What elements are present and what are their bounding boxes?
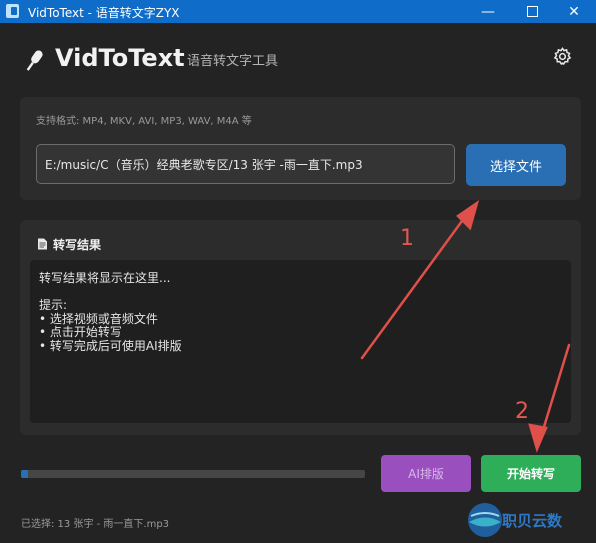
maximize-icon [526, 6, 538, 17]
app-subtitle: 语音转文字工具 [187, 54, 279, 69]
annotation-label-1: 1 [400, 226, 414, 251]
result-title: 转写结果 [53, 238, 102, 252]
app-icon [6, 4, 19, 18]
supported-formats-label: 支持格式: MP4, MKV, AVI, MP3, WAV, M4A 等 [36, 116, 252, 127]
minimize-button[interactable]: — [466, 0, 510, 23]
title-bar: VidToText - 语音转文字ZYX — ✕ [0, 0, 596, 23]
start-transcribe-button[interactable]: 开始转写 [481, 455, 581, 492]
microphone-icon [26, 50, 43, 71]
ai-format-button[interactable]: AI排版 [381, 455, 471, 492]
file-select-panel: 支持格式: MP4, MKV, AVI, MP3, WAV, M4A 等 选择文… [20, 97, 581, 200]
transcript-output[interactable]: 转写结果将显示在这里... 提示: • 选择视频或音频文件 • 点击开始转写 •… [30, 260, 571, 423]
choose-file-button[interactable]: 选择文件 [466, 144, 566, 186]
maximize-button[interactable] [510, 0, 554, 23]
window-title: VidToText - 语音转文字ZYX [28, 6, 180, 20]
progress-bar [21, 470, 365, 478]
document-icon [38, 238, 47, 250]
app-name: VidToText [55, 44, 185, 72]
annotation-label-2: 2 [515, 399, 529, 424]
file-path-input[interactable] [36, 144, 455, 184]
watermark-text: 职贝云数 [502, 512, 563, 530]
status-text: 已选择: 13 张宇 - 雨一直下.mp3 [21, 519, 170, 530]
gear-icon[interactable] [553, 47, 572, 66]
result-panel: 转写结果 转写结果将显示在这里... 提示: • 选择视频或音频文件 • 点击开… [20, 220, 581, 435]
progress-fill [21, 470, 28, 478]
close-button[interactable]: ✕ [552, 0, 596, 23]
